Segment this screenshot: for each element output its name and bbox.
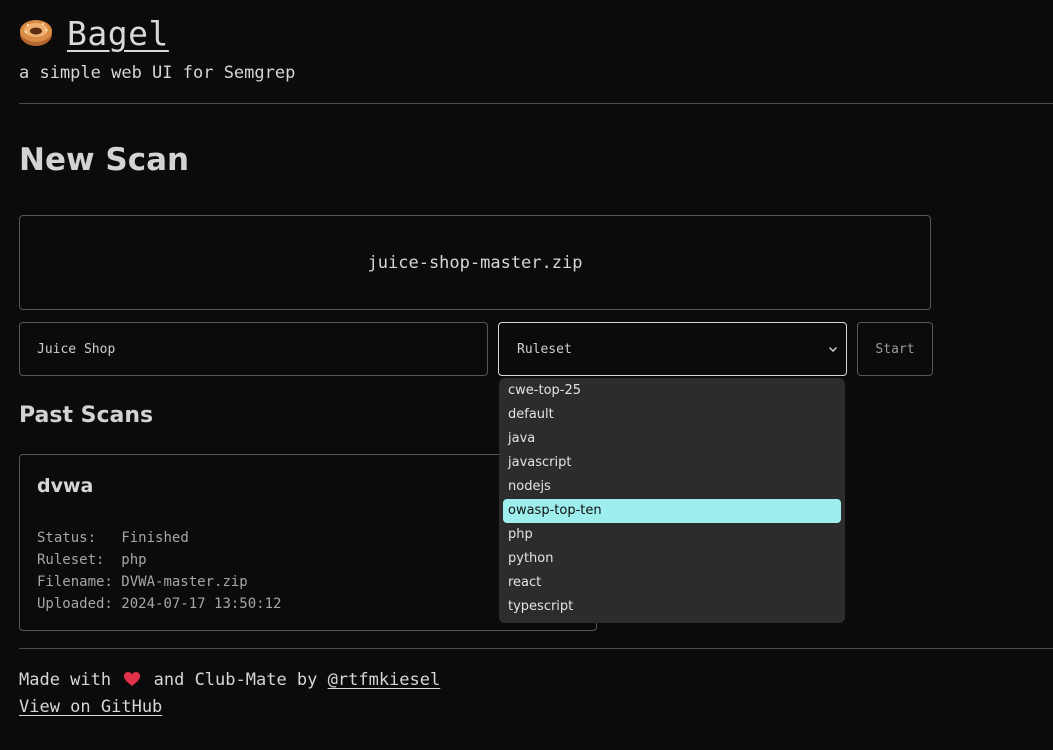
site-subtitle: a simple web UI for Semgrep bbox=[19, 63, 296, 83]
ruleset-option[interactable]: cwe-top-25 bbox=[503, 379, 841, 403]
ruleset-select[interactable]: Ruleset bbox=[498, 322, 847, 376]
footer-and-text: and Club-Mate by bbox=[153, 670, 318, 690]
chevron-down-icon bbox=[829, 347, 837, 352]
ruleset-select-value: Ruleset bbox=[517, 341, 572, 357]
ruleset-option[interactable]: java bbox=[503, 427, 841, 451]
ruleset-option[interactable]: javascript bbox=[503, 451, 841, 475]
author-link[interactable]: @rtfmkiesel bbox=[328, 670, 441, 690]
scan-filename-value: DVWA-master.zip bbox=[121, 574, 248, 590]
ruleset-option[interactable]: default bbox=[503, 403, 841, 427]
ruleset-option[interactable]: typescript bbox=[503, 595, 841, 619]
header-divider bbox=[19, 103, 1053, 104]
ruleset-option[interactable]: react bbox=[503, 571, 841, 595]
github-link[interactable]: View on GitHub bbox=[19, 697, 162, 717]
ruleset-option[interactable]: nodejs bbox=[503, 475, 841, 499]
scan-uploaded-row: Uploaded: 2024-07-17 13:50:12 bbox=[37, 593, 281, 615]
ruleset-dropdown-list[interactable]: cwe-top-25 default java javascript nodej… bbox=[499, 378, 845, 623]
new-scan-heading: New Scan bbox=[19, 142, 190, 178]
scan-ruleset-value: php bbox=[121, 552, 147, 568]
scan-name-input[interactable] bbox=[19, 322, 488, 376]
ruleset-option[interactable]: python bbox=[503, 547, 841, 571]
scan-status-label: Status: bbox=[37, 530, 97, 546]
footer-credit-line: Made with and Club-Mate by @rtfmkiesel bbox=[19, 667, 440, 694]
site-title-link[interactable]: Bagel bbox=[19, 14, 169, 54]
scan-card-name: dvwa bbox=[37, 475, 94, 497]
ruleset-option[interactable]: php bbox=[503, 523, 841, 547]
file-upload-dropzone[interactable]: juice-shop-master.zip bbox=[19, 215, 931, 310]
heart-icon bbox=[124, 672, 141, 686]
scan-status-value: Finished bbox=[121, 530, 189, 546]
footer: Made with and Club-Mate by @rtfmkiesel V… bbox=[19, 667, 440, 721]
scan-ruleset-row: Ruleset: php bbox=[37, 549, 281, 571]
ruleset-option-highlighted[interactable]: owasp-top-ten bbox=[503, 499, 841, 523]
scan-ruleset-label: Ruleset: bbox=[37, 552, 105, 568]
scan-card-meta: Status: Finished Ruleset: php Filename: … bbox=[37, 527, 281, 615]
footer-github-line: View on GitHub bbox=[19, 694, 440, 721]
footer-divider bbox=[19, 648, 1053, 649]
footer-made-with: Made with bbox=[19, 670, 112, 690]
upload-filename: juice-shop-master.zip bbox=[367, 252, 583, 273]
site-title-text: Bagel bbox=[67, 14, 169, 53]
scan-uploaded-label: Uploaded: bbox=[37, 596, 113, 612]
scan-filename-label: Filename: bbox=[37, 574, 113, 590]
start-button[interactable]: Start bbox=[857, 322, 933, 376]
scan-status-row: Status: Finished bbox=[37, 527, 281, 549]
past-scans-heading: Past Scans bbox=[19, 403, 154, 428]
scan-uploaded-value: 2024-07-17 13:50:12 bbox=[121, 596, 282, 612]
scan-filename-row: Filename: DVWA-master.zip bbox=[37, 571, 281, 593]
bagel-icon bbox=[20, 20, 52, 46]
